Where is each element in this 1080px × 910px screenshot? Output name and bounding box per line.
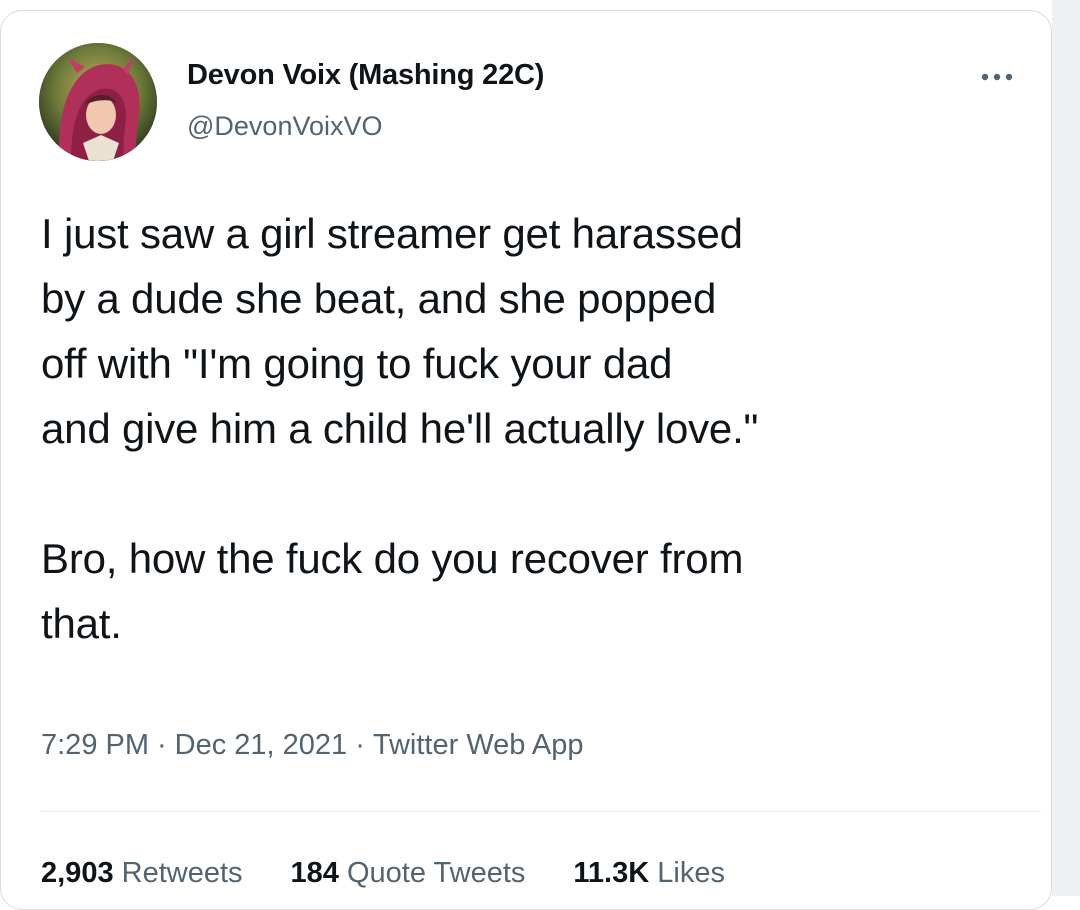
tweet-text-line: by a dude she beat, and she popped xyxy=(41,275,717,322)
likes-count: 11.3K xyxy=(573,857,650,889)
author-handle[interactable]: @DevonVoixVO xyxy=(187,111,383,142)
tweet-text-line: I just saw a girl streamer get harassed xyxy=(41,210,743,257)
tweet-meta: 7:29 PM · Dec 21, 2021 · Twitter Web App xyxy=(41,729,583,762)
tweet-time[interactable]: 7:29 PM xyxy=(41,729,149,761)
meta-separator: · xyxy=(355,729,365,761)
more-horizontal-icon xyxy=(981,73,1013,81)
author-display-name[interactable]: Devon Voix (Mashing 22C) xyxy=(187,59,544,92)
tweet-stats: 2,903 Retweets 184 Quote Tweets 11.3K Li… xyxy=(41,857,725,890)
likes-label: Likes xyxy=(657,857,725,889)
avatar-illustration xyxy=(39,43,157,161)
quote-tweets-stat[interactable]: 184 Quote Tweets xyxy=(291,857,526,890)
avatar[interactable] xyxy=(39,43,157,161)
tweet-text-line: that. xyxy=(41,600,122,647)
tweet-text-line: off with "I'm going to fuck your dad xyxy=(41,340,673,387)
tweet-date[interactable]: Dec 21, 2021 xyxy=(175,729,348,761)
retweets-count: 2,903 xyxy=(41,857,114,889)
tweet-text: I just saw a girl streamer get harassed … xyxy=(41,201,1031,656)
page-background-gutter xyxy=(1052,0,1080,896)
retweets-stat[interactable]: 2,903 Retweets xyxy=(41,857,243,890)
tweet-text-line: Bro, how the fuck do you recover from xyxy=(41,535,744,582)
more-options-button[interactable] xyxy=(969,63,1025,91)
quote-tweets-count: 184 xyxy=(290,857,339,889)
tweet-source[interactable]: Twitter Web App xyxy=(373,729,584,761)
meta-separator: · xyxy=(157,729,167,761)
divider xyxy=(41,811,1041,812)
retweets-label: Retweets xyxy=(121,857,243,889)
quote-tweets-label: Quote Tweets xyxy=(346,857,526,889)
tweet-text-line: and give him a child he'll actually love… xyxy=(41,405,759,452)
likes-stat[interactable]: 11.3K Likes xyxy=(573,857,725,890)
tweet-card: Devon Voix (Mashing 22C) @DevonVoixVO I … xyxy=(0,10,1052,910)
